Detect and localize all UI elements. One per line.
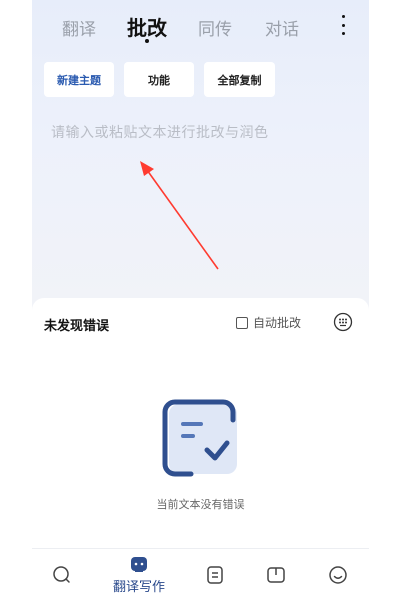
nav-profile[interactable]: [326, 549, 350, 600]
nav-active-label: 翻译写作: [112, 579, 165, 595]
empty-state-message: 当前文本没有错误: [156, 498, 245, 511]
new-topic-button[interactable]: 新建主题: [44, 62, 114, 97]
app-screen: 翻译 批改 同传 对话 新建主题 功能 全部复制 请输入或粘贴文本进行批改与润色…: [32, 0, 369, 600]
active-tab-indicator: [145, 39, 149, 43]
translate-write-icon: [131, 556, 147, 572]
auto-correct-checkbox[interactable]: [236, 316, 248, 329]
tab-correct[interactable]: 批改: [127, 12, 167, 41]
auto-correct-toggle[interactable]: 自动批改: [236, 314, 301, 331]
nav-document[interactable]: [203, 549, 227, 600]
more-menu-icon[interactable]: [337, 14, 349, 36]
tab-translate[interactable]: 翻译: [62, 15, 96, 40]
text-input-placeholder[interactable]: 请输入或粘贴文本进行批改与润色: [51, 122, 269, 142]
smile-icon: [329, 566, 347, 584]
keyboard-grid-icon[interactable]: [333, 312, 353, 332]
top-tab-bar: 翻译 批改 同传 对话: [32, 0, 369, 50]
nav-search[interactable]: [50, 549, 74, 600]
result-title: 未发现错误: [44, 319, 110, 334]
bottom-navigation: 翻译写作: [32, 548, 369, 600]
features-button[interactable]: 功能: [124, 62, 194, 97]
auto-correct-label: 自动批改: [253, 316, 302, 330]
tab-interpret[interactable]: 同传: [198, 15, 232, 40]
search-icon: [53, 566, 70, 583]
book-icon: [267, 567, 285, 583]
tab-dialogue[interactable]: 对话: [265, 15, 299, 40]
annotation-arrow-icon: [140, 161, 219, 270]
nav-book[interactable]: [264, 549, 288, 600]
no-errors-illustration-icon: [162, 399, 237, 477]
copy-all-button[interactable]: 全部复制: [204, 62, 275, 97]
document-icon: [207, 566, 223, 584]
result-panel: 未发现错误 自动批改 当前文本没有错误: [32, 298, 369, 548]
nav-translate-write[interactable]: 翻译写作: [104, 549, 174, 600]
